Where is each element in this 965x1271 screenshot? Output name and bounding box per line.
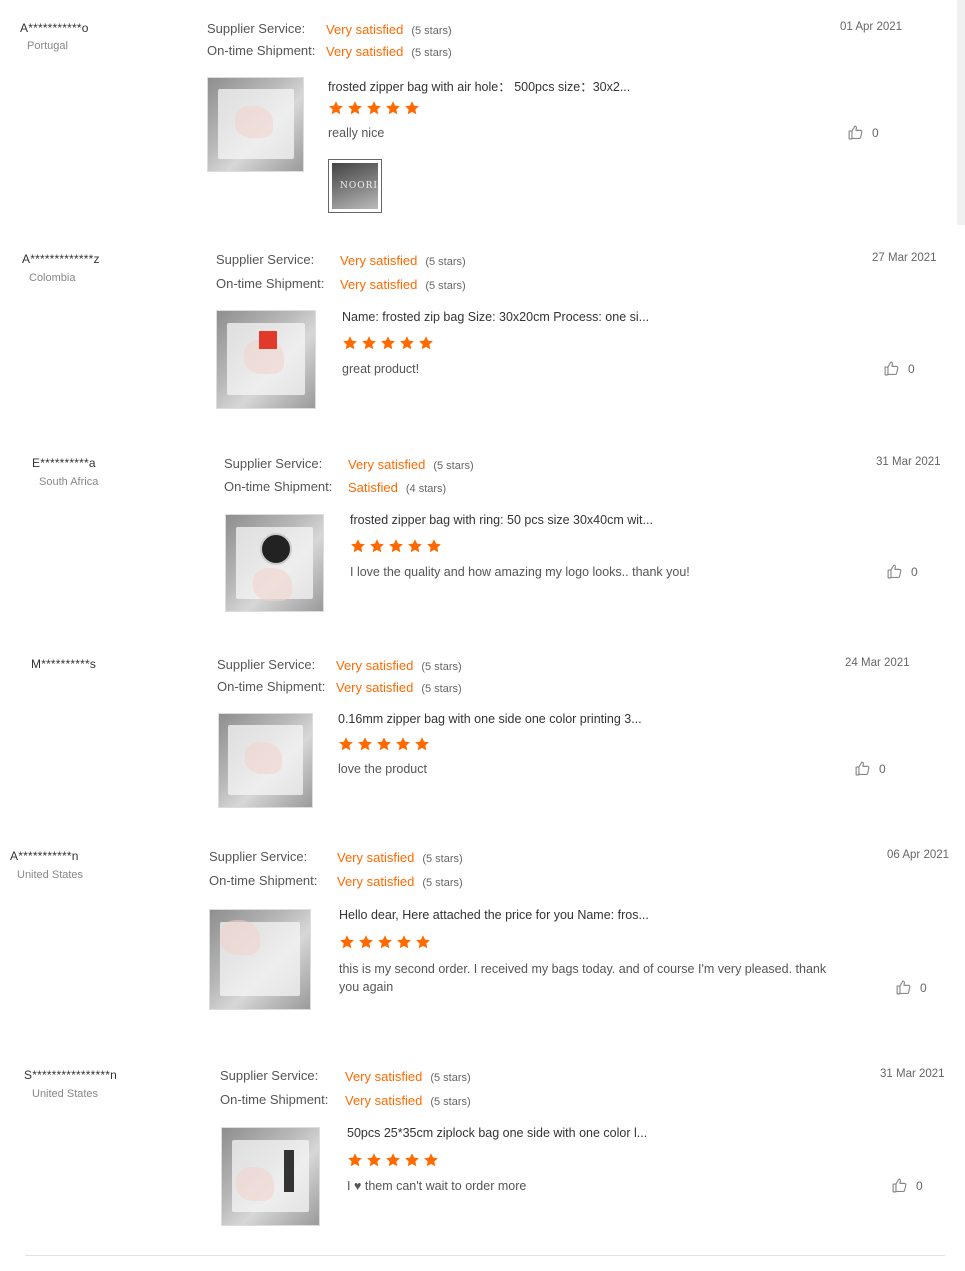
reviewer-name: S****************n: [24, 1068, 117, 1082]
star-icon: [366, 1152, 382, 1168]
product-title[interactable]: 50pcs 25*35cm ziplock bag one side with …: [347, 1126, 697, 1140]
thumbs-up-icon: [891, 1177, 908, 1194]
rating-stars: [347, 1152, 439, 1168]
like-count: 0: [916, 1178, 923, 1193]
review-comment: I ♥ them can't wait to order more: [347, 1179, 527, 1193]
shipment-label: On-time Shipment:: [220, 1092, 329, 1107]
review-item: S****************n United States Supplie…: [0, 0, 965, 1250]
product-image[interactable]: [221, 1127, 320, 1226]
reviewer-country: United States: [32, 1088, 99, 1100]
star-icon: [423, 1152, 439, 1168]
supplier-service-value: Very satisfied (5 stars): [345, 1069, 471, 1084]
star-icon: [404, 1152, 420, 1168]
review-date: 31 Mar 2021: [880, 1068, 945, 1080]
like-button[interactable]: 0: [891, 1177, 923, 1194]
star-icon: [347, 1152, 363, 1168]
star-icon: [385, 1152, 401, 1168]
supplier-service-label: Supplier Service:: [220, 1068, 319, 1083]
bottom-divider: [25, 1255, 945, 1256]
shipment-value: Very satisfied (5 stars): [345, 1093, 471, 1108]
